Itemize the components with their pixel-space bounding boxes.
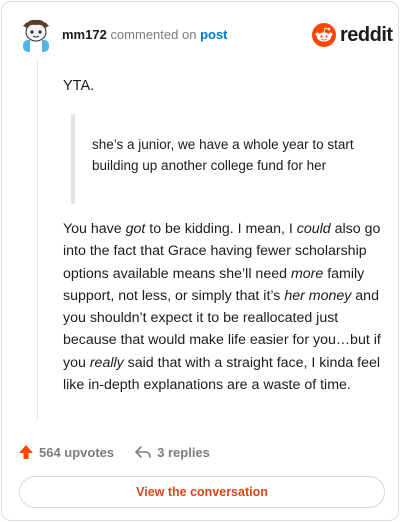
commented-label: commented on [110, 27, 197, 42]
blockquote: she’s a junior, we have a whole year to … [71, 114, 381, 204]
reddit-alien-icon [312, 23, 336, 47]
body-text-segment: You have [63, 221, 126, 237]
emphasis-text: really [89, 354, 124, 371]
emphasis-text: her money [284, 287, 352, 304]
comment-card: mm172 commented on post reddit YTA. she’… [1, 1, 399, 521]
comment-body: You have got to be kidding. I mean, I co… [63, 218, 385, 396]
emphasis-text: could [296, 221, 331, 237]
upvote-count: 564 upvotes [39, 444, 115, 460]
reddit-wordmark: reddit [340, 24, 393, 46]
thread-line[interactable] [37, 60, 38, 420]
emphasis-text: got [125, 221, 146, 237]
body-text-segment: to be kidding. I mean, I [145, 221, 297, 237]
upvote-button[interactable]: 564 upvotes [18, 444, 114, 460]
post-link[interactable]: post [200, 27, 227, 42]
quote-text: she’s a junior, we have a whole year to … [92, 137, 354, 173]
comment-header: mm172 commented on post [62, 27, 228, 43]
user-avatar[interactable] [18, 16, 54, 52]
reply-arrow-icon [135, 446, 151, 458]
replies-button[interactable]: 3 replies [134, 444, 210, 460]
username-link[interactable]: mm172 [62, 27, 107, 42]
upvote-arrow-icon [19, 445, 33, 459]
comment-opening: YTA. [63, 78, 95, 94]
reddit-logo[interactable]: reddit [312, 22, 393, 48]
replies-count: 3 replies [157, 444, 210, 460]
comment-actions: 564 upvotes 3 replies [18, 442, 210, 462]
view-conversation-button[interactable]: View the conversation [19, 476, 385, 508]
emphasis-text: more [290, 265, 324, 282]
